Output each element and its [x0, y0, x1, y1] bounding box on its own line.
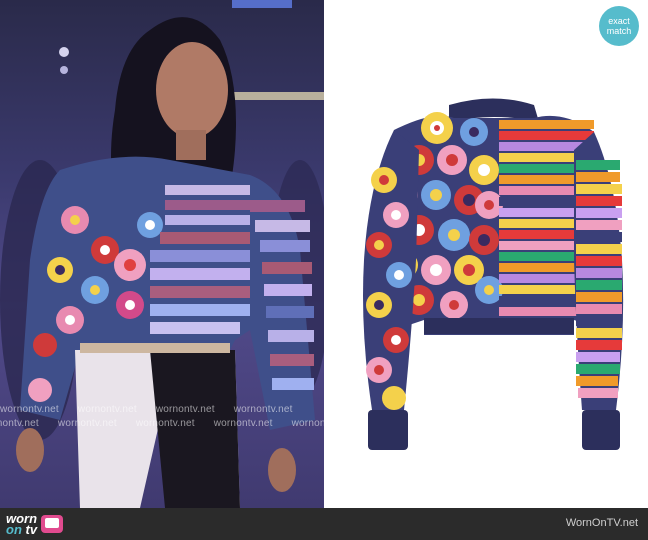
watermark-text: wornontv.net — [0, 404, 59, 415]
sweater-illustration — [363, 98, 624, 450]
site-name[interactable]: WornOnTV.net — [566, 517, 638, 529]
watermark-row-2: wornontv.net wornontv.net wornontv.net w… — [0, 418, 324, 429]
watermark-text: wornontv.net — [0, 418, 39, 429]
logo-on-text: on — [6, 522, 22, 537]
wornontv-logo[interactable]: worn on tv — [6, 511, 64, 537]
scene-photo: wornontv.net wornontv.net wornontv.net w… — [0, 0, 324, 508]
watermark-text: wornontv.net — [291, 418, 324, 429]
watermark-text: wornontv.net — [233, 404, 293, 415]
exact-match-badge: exact match — [599, 6, 639, 46]
watermark-text: wornontv.net — [57, 418, 117, 429]
watermark-text: wornontv.net — [135, 418, 195, 429]
watermark-text: wornontv.net — [213, 418, 273, 429]
logo-tv-text: tv — [25, 522, 38, 537]
scene-illustration — [0, 0, 324, 508]
product-photo — [324, 0, 648, 508]
badge-line-1: exact — [608, 16, 630, 26]
logo-wordmark: worn on tv — [6, 512, 38, 537]
footer-bar: worn on tv WornOnTV.net — [0, 508, 648, 540]
tv-icon — [41, 515, 64, 533]
watermark-text: wornontv.net — [77, 404, 137, 415]
watermark-row-1: wornontv.net wornontv.net wornontv.net w… — [0, 404, 324, 415]
watermark-text: wornontv.net — [155, 404, 215, 415]
badge-line-2: match — [606, 26, 632, 36]
